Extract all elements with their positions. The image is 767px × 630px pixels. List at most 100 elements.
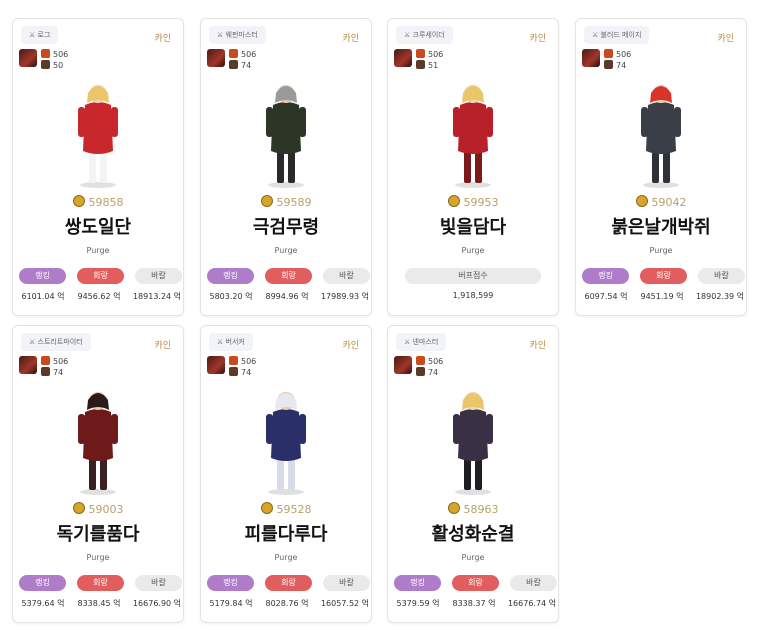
corridor-damage: 9451.19 억 bbox=[640, 292, 684, 301]
character-card[interactable]: ⚔ 스트리트파이터 카인 506 74 59003 독기를품다 Purge 랭킹 회랑 바칼 537… bbox=[12, 325, 184, 623]
class-icon: ⚔ bbox=[29, 31, 38, 39]
ranking-damage: 5379.64 억 bbox=[21, 599, 65, 608]
bakal-damage: 16676.90 억 bbox=[132, 599, 182, 608]
character-name[interactable]: 쌍도일단 bbox=[13, 213, 183, 239]
score: 59858 bbox=[13, 195, 183, 209]
fame-icon bbox=[229, 356, 238, 365]
class-icon: ⚔ bbox=[29, 338, 38, 346]
fame-icon bbox=[229, 49, 238, 58]
character-name[interactable]: 극검무령 bbox=[201, 213, 371, 239]
corridor-damage: 8028.76 억 bbox=[265, 599, 309, 608]
score: 59953 bbox=[388, 195, 558, 209]
level-row: 51 bbox=[416, 60, 438, 70]
character-card[interactable]: ⚔ 넨마스터 카인 506 74 58963 활성화순결 Purge 랭킹 회랑 바칼 5379.5… bbox=[387, 325, 559, 623]
fame-row: 506 bbox=[416, 356, 443, 366]
character-card[interactable]: ⚔ 크루세이더 카인 506 51 59953 빛을담다 Purge 버프점수 1,918,59… bbox=[387, 18, 559, 316]
corridor-button[interactable]: 회랑 bbox=[265, 575, 312, 591]
score: 59528 bbox=[201, 502, 371, 516]
level-value: 50 bbox=[53, 61, 64, 70]
guild-name: Purge bbox=[461, 553, 485, 562]
character-card[interactable]: ⚔ 블러드 메이지 카인 506 74 59042 붉은날개박쥐 Purge 랭킹 회랑 바칼 60… bbox=[575, 18, 747, 316]
corridor-damage: 8994.96 억 bbox=[265, 292, 309, 301]
score-value: 59528 bbox=[276, 503, 312, 516]
adventure-label: 카인 bbox=[529, 34, 546, 44]
fame-value: 506 bbox=[53, 50, 69, 59]
ranking-button[interactable]: 랭킹 bbox=[19, 268, 66, 284]
medal-icon bbox=[72, 502, 85, 514]
ranking-button[interactable]: 랭킹 bbox=[582, 268, 629, 284]
ranking-button[interactable]: 랭킹 bbox=[394, 575, 441, 591]
job-class-tag: ⚔ 넨마스터 bbox=[396, 333, 447, 351]
character-name[interactable]: 빛을담다 bbox=[388, 213, 558, 239]
character-sprite bbox=[78, 392, 118, 495]
level-value: 51 bbox=[428, 61, 439, 70]
score: 58963 bbox=[388, 502, 558, 516]
character-name[interactable]: 활성화순결 bbox=[388, 520, 558, 546]
ranking-damage: 5803.20 억 bbox=[209, 292, 253, 301]
character-card-grid: ⚔ 로그 카인 506 50 59858 쌍도일단 Purge 랭킹 회랑 바칼 6101.04 억… bbox=[0, 0, 767, 630]
avatar-thumbnail-icon bbox=[19, 49, 37, 67]
character-name[interactable]: 붉은날개박쥐 bbox=[576, 213, 746, 239]
character-name[interactable]: 독기를품다 bbox=[13, 520, 183, 546]
level-row: 74 bbox=[229, 60, 251, 70]
fame-icon bbox=[416, 356, 425, 365]
fame-row: 506 bbox=[416, 49, 443, 59]
fame-value: 506 bbox=[616, 50, 632, 59]
adventure-label: 카인 bbox=[529, 341, 546, 351]
guild-name: Purge bbox=[274, 553, 298, 562]
bakal-damage: 18913.24 억 bbox=[132, 292, 182, 301]
bakal-damage: 18902.39 억 bbox=[695, 292, 745, 301]
character-card[interactable]: ⚔ 웨펀마스터 카인 506 74 59589 극검무령 Purge 랭킹 회랑 바칼 5803.2… bbox=[200, 18, 372, 316]
corridor-button[interactable]: 회랑 bbox=[640, 268, 687, 284]
bakal-button[interactable]: 바칼 bbox=[323, 575, 370, 591]
score: 59042 bbox=[576, 195, 746, 209]
fame-value: 506 bbox=[241, 357, 257, 366]
job-class-tag: ⚔ 버서커 bbox=[209, 333, 253, 351]
avatar-thumbnail-icon bbox=[394, 49, 412, 67]
corridor-damage: 9456.62 억 bbox=[77, 292, 121, 301]
bakal-damage: 16057.52 억 bbox=[320, 599, 370, 608]
corridor-damage: 8338.45 억 bbox=[77, 599, 121, 608]
bakal-damage: 17989.93 억 bbox=[320, 292, 370, 301]
level-row: 74 bbox=[416, 367, 438, 377]
medal-icon bbox=[260, 195, 273, 207]
ranking-button[interactable]: 랭킹 bbox=[207, 268, 254, 284]
level-icon bbox=[41, 367, 50, 376]
corridor-button[interactable]: 회랑 bbox=[77, 268, 124, 284]
avatar-thumbnail-icon bbox=[207, 49, 225, 67]
bakal-button[interactable]: 바칼 bbox=[698, 268, 745, 284]
adventure-label: 카인 bbox=[342, 34, 359, 44]
character-sprite bbox=[266, 392, 306, 495]
level-row: 74 bbox=[229, 367, 251, 377]
adventure-label: 카인 bbox=[154, 34, 171, 44]
job-class-label: 웨펀마스터 bbox=[225, 31, 258, 39]
bakal-button[interactable]: 바칼 bbox=[510, 575, 557, 591]
guild-name: Purge bbox=[86, 553, 110, 562]
ranking-damage: 5179.84 억 bbox=[209, 599, 253, 608]
bakal-button[interactable]: 바칼 bbox=[135, 268, 182, 284]
class-icon: ⚔ bbox=[404, 31, 413, 39]
bakal-button[interactable]: 바칼 bbox=[323, 268, 370, 284]
character-sprite bbox=[453, 85, 493, 188]
level-value: 74 bbox=[428, 368, 439, 377]
fame-row: 506 bbox=[604, 49, 631, 59]
corridor-button[interactable]: 회랑 bbox=[77, 575, 124, 591]
job-class-label: 블러드 메이지 bbox=[600, 31, 642, 39]
character-card[interactable]: ⚔ 버서커 카인 506 74 59528 피를다루다 Purge 랭킹 회랑 바칼 5179.84… bbox=[200, 325, 372, 623]
corridor-button[interactable]: 회랑 bbox=[265, 268, 312, 284]
ranking-button[interactable]: 랭킹 bbox=[19, 575, 66, 591]
class-icon: ⚔ bbox=[592, 31, 601, 39]
character-card[interactable]: ⚔ 로그 카인 506 50 59858 쌍도일단 Purge 랭킹 회랑 바칼 6101.04 억… bbox=[12, 18, 184, 316]
buff-score-button[interactable]: 버프점수 bbox=[405, 268, 541, 284]
bakal-button[interactable]: 바칼 bbox=[135, 575, 182, 591]
job-class-label: 버서커 bbox=[225, 338, 245, 346]
level-icon bbox=[229, 60, 238, 69]
class-icon: ⚔ bbox=[404, 338, 413, 346]
character-name[interactable]: 피를다루다 bbox=[201, 520, 371, 546]
job-class-label: 로그 bbox=[37, 31, 51, 39]
level-icon bbox=[229, 367, 238, 376]
ranking-button[interactable]: 랭킹 bbox=[207, 575, 254, 591]
corridor-button[interactable]: 회랑 bbox=[452, 575, 499, 591]
guild-name: Purge bbox=[86, 246, 110, 255]
level-value: 74 bbox=[53, 368, 64, 377]
